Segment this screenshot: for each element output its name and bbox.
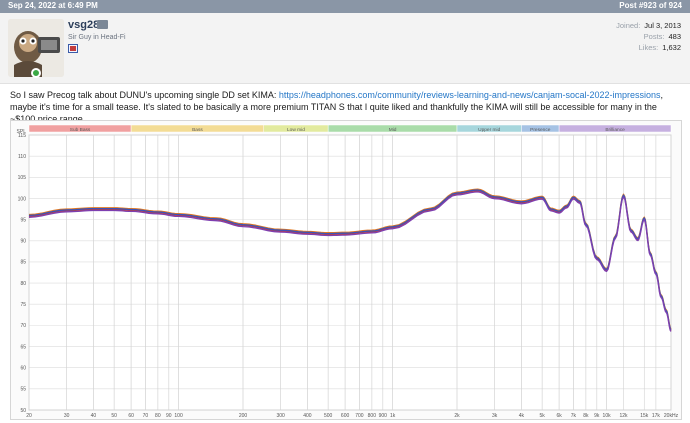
x-tick-label: 3k: [492, 413, 498, 419]
stat-joined-label: Joined:: [616, 21, 641, 30]
x-tick-label: 2k: [454, 413, 460, 419]
stat-likes-label: Likes:: [638, 43, 659, 52]
x-tick-label: 15k: [640, 413, 649, 419]
stat-likes: Likes: 1,632: [616, 42, 681, 53]
post-date[interactable]: Sep 24, 2022 at 6:49 PM: [8, 1, 98, 10]
y-tick-label: 105: [18, 175, 27, 181]
x-tick-label: 17k: [652, 413, 661, 419]
x-tick-label: 900: [379, 413, 388, 419]
x-tick-label: 300: [277, 413, 286, 419]
y-tick-label: 65: [20, 344, 26, 350]
y-tick-label: 100: [18, 196, 27, 202]
x-tick-label: 20kHz: [664, 413, 679, 419]
stat-likes-value: 1,632: [662, 43, 681, 52]
x-tick-label: 80: [155, 413, 161, 419]
message-user-icon[interactable]: [97, 20, 108, 29]
x-tick-label: 7k: [571, 413, 577, 419]
x-tick-label: 500: [324, 413, 333, 419]
y-tick-label: 110: [18, 154, 26, 160]
message-text-before: So I saw Precog talk about DUNU's upcomi…: [10, 90, 279, 100]
band-label-4: Upper mid: [478, 127, 500, 133]
band-label-5: Presence: [530, 127, 551, 133]
username-link[interactable]: vsg28: [68, 19, 99, 31]
x-tick-label: 8k: [583, 413, 589, 419]
post-author-header: vsg28 Sir Guy in Head-Fi Joined: Jul 3, …: [0, 13, 690, 84]
x-tick-label: 20: [26, 413, 32, 419]
band-label-6: Brilliance: [605, 127, 625, 133]
x-tick-label: 60: [128, 413, 134, 419]
x-tick-label: 400: [303, 413, 312, 419]
post-meta-bar: Sep 24, 2022 at 6:49 PM Post #923 of 924: [0, 0, 690, 13]
x-tick-label: 12k: [619, 413, 628, 419]
x-tick-label: 6k: [556, 413, 562, 419]
stat-joined-value: Jul 3, 2013: [644, 21, 681, 30]
band-label-0: Sub Bass: [70, 127, 91, 133]
band-label-3: Mid: [389, 127, 397, 133]
y-tick-label: 80: [20, 281, 26, 287]
x-tick-label: 800: [368, 413, 377, 419]
message-link[interactable]: https://headphones.com/community/reviews…: [279, 90, 661, 100]
y-tick-label: 95: [20, 217, 26, 223]
country-flag-icon: [68, 44, 78, 53]
x-tick-label: 100: [174, 413, 183, 419]
user-title: Sir Guy in Head-Fi: [68, 34, 126, 41]
x-tick-label: 5k: [540, 413, 546, 419]
x-tick-label: 1k: [390, 413, 396, 419]
stat-posts-value[interactable]: 483: [668, 31, 681, 42]
y-tick-label: 85: [20, 260, 26, 266]
y-tick-label: 60: [20, 365, 26, 371]
x-tick-label: 40: [91, 413, 97, 419]
frequency-response-chart[interactable]: Sub Bass Bass Low mid Mid Upper mid Presence B…: [10, 120, 682, 420]
x-tick-label: 9k: [594, 413, 600, 419]
band-label-2: Low mid: [287, 127, 305, 133]
stat-posts: Posts: 483: [616, 31, 681, 42]
online-status-icon: [31, 68, 41, 78]
x-tick-label: 50: [111, 413, 117, 419]
x-tick-label: 700: [355, 413, 364, 419]
x-tick-label: 200: [239, 413, 248, 419]
x-tick-label: 4k: [519, 413, 525, 419]
y-tick-label: 55: [20, 387, 26, 393]
band-label-1: Bass: [192, 127, 203, 133]
y-tick-label: 75: [20, 302, 26, 308]
frequency-response-svg: Sub Bass Bass Low mid Mid Upper mid Presence B…: [17, 124, 679, 419]
x-tick-label: 600: [341, 413, 350, 419]
user-stats: Joined: Jul 3, 2013 Posts: 483 Likes: 1,…: [616, 20, 681, 53]
y-tick-label: 90: [20, 239, 26, 245]
plot-area: [28, 134, 672, 411]
stat-joined: Joined: Jul 3, 2013: [616, 20, 681, 31]
x-tick-label: 30: [64, 413, 70, 419]
y-axis-label: SPL: [17, 129, 27, 135]
stat-posts-label: Posts:: [643, 32, 665, 41]
y-tick-label: 70: [20, 323, 26, 329]
x-tick-label: 10k: [603, 413, 612, 419]
x-tick-label: 90: [166, 413, 172, 419]
post-number[interactable]: Post #923 of 924: [619, 1, 682, 10]
x-tick-label: 70: [143, 413, 149, 419]
